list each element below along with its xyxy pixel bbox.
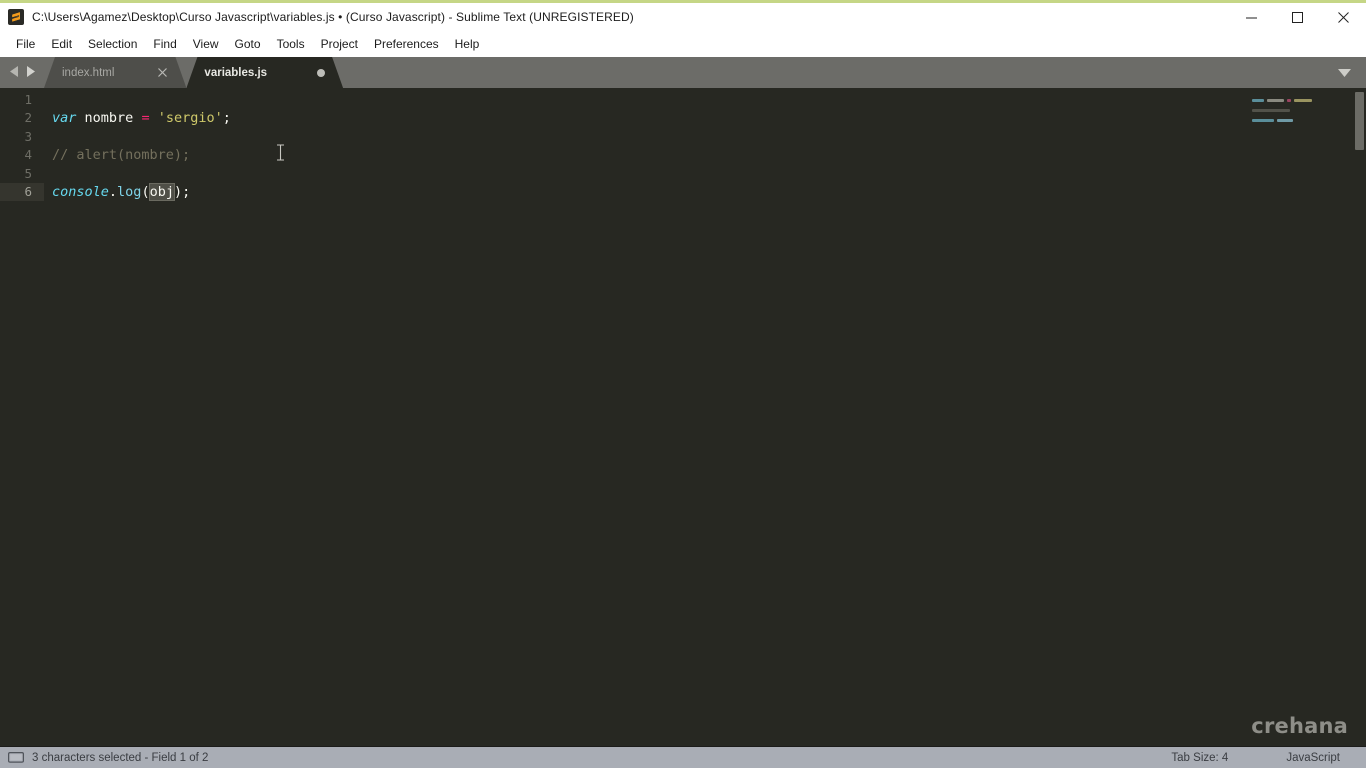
status-right-group: Tab Size: 4 JavaScript	[1171, 747, 1366, 768]
menu-item-find[interactable]: Find	[145, 34, 184, 54]
token-paren-close: );	[173, 183, 191, 200]
scrollbar-thumb[interactable]	[1355, 92, 1364, 150]
menu-item-goto[interactable]: Goto	[227, 34, 269, 54]
token-dot: .	[108, 183, 118, 200]
window-title: C:\Users\Agamez\Desktop\Curso Javascript…	[32, 10, 634, 24]
status-bar: 3 characters selected - Field 1 of 2 Tab…	[0, 746, 1366, 768]
title-bar: C:\Users\Agamez\Desktop\Curso Javascript…	[0, 3, 1366, 31]
minimap-line	[1222, 94, 1352, 97]
menu-item-tools[interactable]: Tools	[269, 34, 313, 54]
minimap-line	[1222, 119, 1352, 122]
minimap-line	[1222, 104, 1352, 107]
chevron-right-icon[interactable]	[26, 64, 35, 82]
monitor-icon[interactable]	[8, 751, 24, 764]
menu-item-project[interactable]: Project	[313, 34, 366, 54]
minimap-line	[1222, 114, 1352, 117]
window-controls	[1228, 3, 1366, 31]
unsaved-dot-icon	[317, 69, 325, 77]
line-number: 5	[24, 165, 32, 181]
code-line-2: var nombre = 'sergio';	[44, 109, 1366, 127]
menu-item-file[interactable]: File	[8, 34, 43, 54]
token-paren-open: (	[141, 183, 150, 200]
line-number-gutter: 1 2 3 4 5 6	[0, 88, 44, 746]
tab-list: index.html variables.js	[44, 57, 343, 88]
line-number: 1	[24, 92, 32, 107]
token-keyword: var	[52, 110, 77, 127]
tab-variables-js[interactable]: variables.js	[186, 57, 343, 88]
code-line-6: console.log(obj);	[44, 182, 1366, 201]
editor-area[interactable]: 1 2 3 4 5 6 var nombre = 'sergio'; // al…	[0, 88, 1366, 746]
chevron-down-icon	[1337, 64, 1351, 82]
chevron-left-icon[interactable]	[9, 64, 19, 82]
tab-label: index.html	[62, 66, 115, 79]
sublime-text-icon	[8, 9, 24, 25]
menu-item-help[interactable]: Help	[447, 34, 488, 54]
token-comment: // alert(nombre);	[52, 147, 191, 164]
maximize-button[interactable]	[1274, 3, 1320, 31]
code-content[interactable]: var nombre = 'sergio'; // alert(nombre);…	[44, 88, 1366, 746]
crehana-watermark: crehana	[1251, 714, 1348, 738]
line-number-current: 6	[0, 182, 44, 202]
menu-item-selection[interactable]: Selection	[80, 34, 145, 54]
status-message: 3 characters selected - Field 1 of 2	[32, 751, 209, 764]
menu-bar: File Edit Selection Find View Goto Tools…	[0, 31, 1366, 57]
status-left-group: 3 characters selected - Field 1 of 2	[0, 752, 208, 764]
menu-item-view[interactable]: View	[185, 34, 227, 54]
line-number: 2	[24, 110, 32, 126]
token-string: 'sergio'	[157, 110, 223, 127]
selected-text: obj	[148, 182, 175, 201]
line-number: 3	[24, 128, 32, 144]
tab-size-indicator[interactable]: Tab Size: 4	[1171, 752, 1228, 764]
sublime-text-window: C:\Users\Agamez\Desktop\Curso Javascript…	[0, 0, 1366, 768]
token-operator: =	[141, 110, 150, 127]
minimize-button[interactable]	[1228, 3, 1274, 31]
close-button[interactable]	[1320, 3, 1366, 31]
vertical-scrollbar[interactable]	[1352, 88, 1366, 746]
token-function: log	[117, 183, 142, 200]
menu-item-edit[interactable]: Edit	[43, 34, 80, 54]
tab-bar: index.html variables.js	[0, 57, 1366, 88]
tab-label: variables.js	[204, 66, 268, 79]
tab-navigation	[0, 57, 44, 88]
tab-index-html[interactable]: index.html	[44, 57, 186, 88]
syntax-indicator[interactable]: JavaScript	[1286, 752, 1340, 764]
token-identifier: nombre	[84, 110, 134, 127]
menu-item-preferences[interactable]: Preferences	[366, 34, 447, 54]
close-icon[interactable]	[156, 67, 168, 79]
code-line-4: // alert(nombre);	[44, 146, 1366, 164]
minimap-line	[1222, 99, 1352, 102]
tab-overflow-menu-button[interactable]	[1322, 57, 1366, 88]
token-semicolon: ;	[222, 110, 231, 127]
minimap[interactable]	[1222, 88, 1352, 746]
minimap-line	[1222, 109, 1352, 112]
token-object: console	[52, 183, 109, 200]
line-number: 4	[24, 147, 32, 163]
